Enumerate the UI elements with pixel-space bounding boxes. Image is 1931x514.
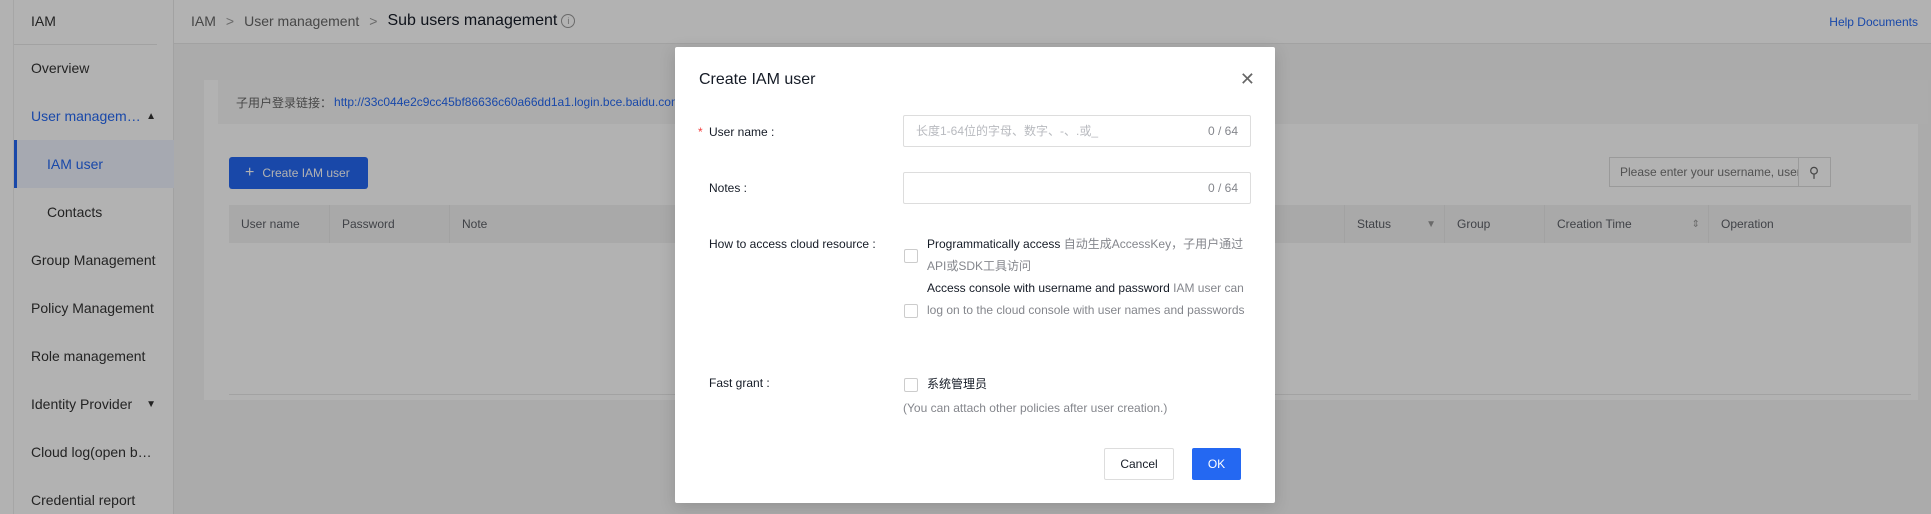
console-access-checkbox[interactable]	[904, 304, 918, 318]
access-method-label: How to access cloud resource :	[709, 237, 876, 251]
system-admin-checkbox[interactable]	[904, 378, 918, 392]
programmatic-access-option: Programmatically access 自动生成AccessKey，子用…	[927, 233, 1247, 277]
notes-field-wrap: 0 / 64	[903, 172, 1251, 204]
system-admin-option: 系统管理员	[927, 377, 988, 391]
ok-button[interactable]: OK	[1192, 448, 1241, 480]
fast-grant-hint: (You can attach other policies after use…	[903, 401, 1168, 415]
programmatic-access-checkbox[interactable]	[904, 249, 918, 263]
close-icon[interactable]: ✕	[1240, 70, 1255, 88]
username-field[interactable]	[904, 124, 1208, 138]
username-label: User name :	[709, 125, 775, 139]
cancel-button[interactable]: Cancel	[1104, 448, 1174, 480]
username-char-count: 0 / 64	[1207, 124, 1238, 138]
fast-grant-label: Fast grant :	[709, 376, 770, 390]
create-iam-user-dialog: Create IAM user ✕ * User name : 0 / 64 N…	[675, 47, 1275, 503]
notes-field[interactable]	[904, 181, 1208, 195]
dialog-title: Create IAM user	[699, 71, 816, 88]
console-access-title: Access console with username and passwor…	[927, 281, 1170, 295]
username-label-wrap: * User name :	[698, 125, 775, 139]
notes-label: Notes :	[709, 181, 748, 195]
required-marker: *	[698, 125, 703, 139]
username-field-wrap: 0 / 64	[903, 115, 1251, 147]
console-access-option: Access console with username and passwor…	[927, 277, 1247, 321]
programmatic-access-title: Programmatically access	[927, 237, 1061, 251]
notes-char-count: 0 / 64	[1207, 181, 1238, 195]
